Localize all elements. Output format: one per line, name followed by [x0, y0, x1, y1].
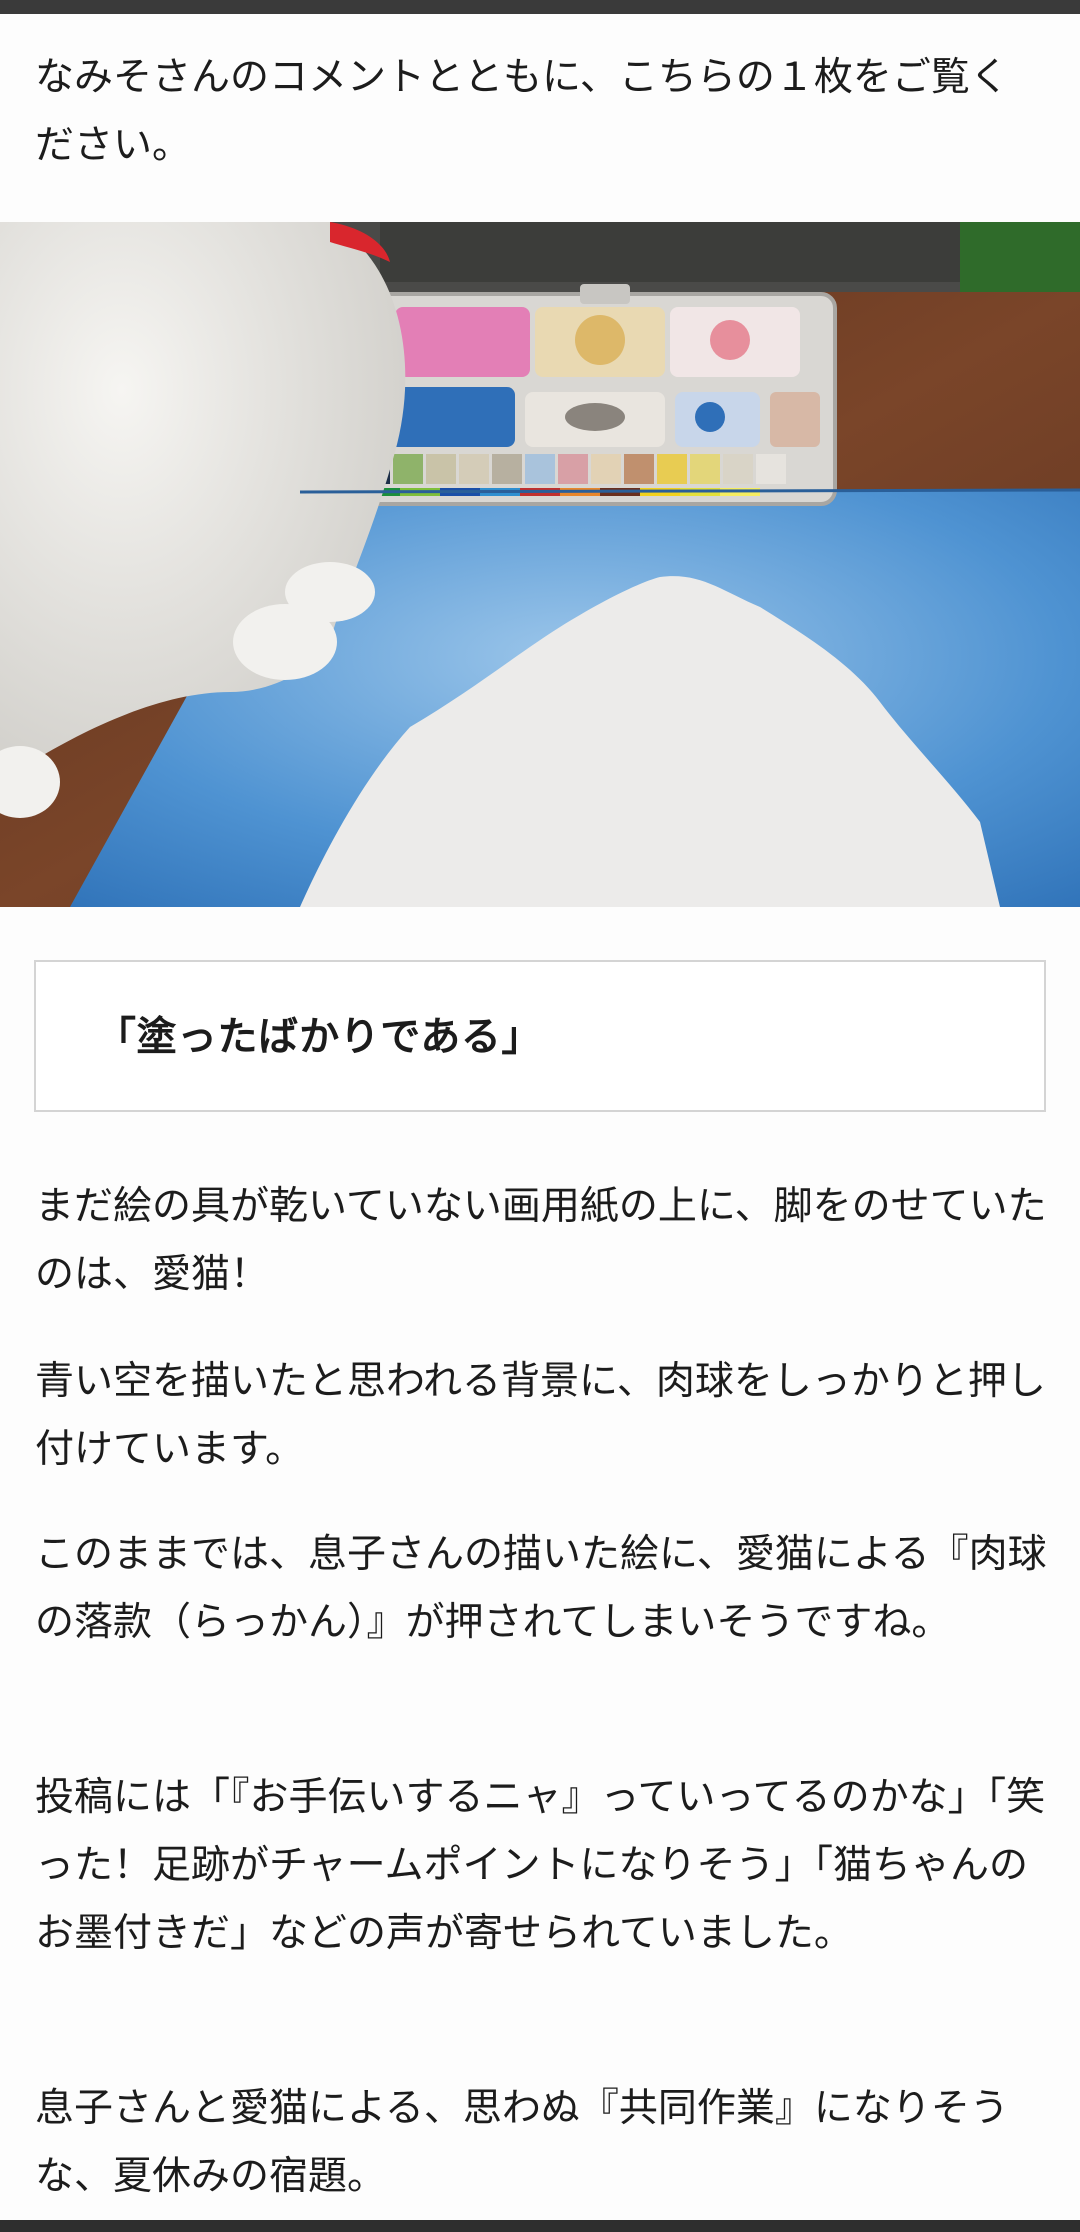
- paragraph-3: このままでは、息子さんの描いた絵に、愛猫による『肉球の落款（らっかん）』が押され…: [35, 1532, 1047, 1645]
- status-bar: [0, 0, 1080, 14]
- paragraph-5: 息子さんと愛猫による、思わぬ『共同作業』になりそうな、夏休みの宿題。: [35, 2086, 1009, 2199]
- navigation-bar: [0, 2220, 1080, 2232]
- paragraph-1: まだ絵の具が乾いていない画用紙の上に、脚をのせていたのは、愛猫！: [35, 1184, 1047, 1297]
- paragraph-2: 青い空を描いたと思われる背景に、肉球をしっかりと押し付けています。: [35, 1359, 1046, 1472]
- article-photo: [0, 222, 1080, 907]
- paragraph-4: 投稿には「『お手伝いするニャ』っていってるのかな」「笑った！足跡がチャームポイン…: [35, 1775, 1046, 1956]
- quote-text: 「塗ったばかりである」: [96, 1014, 542, 1060]
- quote-box: 「塗ったばかりである」: [34, 960, 1046, 1112]
- intro-text: なみそさんのコメントとともに、こちらの１枚をご覧ください。: [35, 55, 1009, 168]
